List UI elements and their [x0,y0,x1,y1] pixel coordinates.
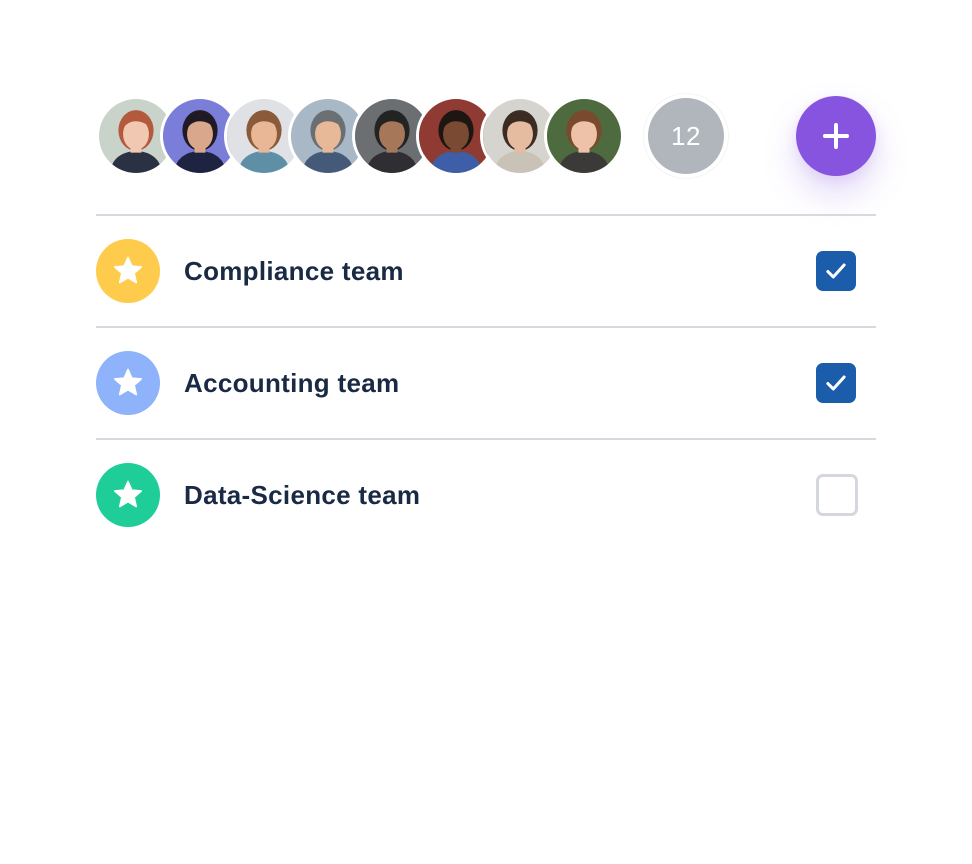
member-avatar-group: 12 [96,94,876,178]
team-checkbox-compliance[interactable] [816,251,856,291]
team-label-data-science: Data-Science team [184,479,421,510]
team-list: Compliance team Accounting team Data-Sci… [96,214,876,550]
checkmark-icon [826,375,846,391]
add-member-button[interactable] [796,96,876,176]
team-row-accounting[interactable]: Accounting team [96,326,876,438]
team-label-accounting: Accounting team [184,367,400,398]
star-icon [113,480,143,508]
team-label-compliance: Compliance team [184,255,404,286]
star-icon [113,368,143,396]
more-members-count: 12 [648,98,724,174]
team-checkbox-data-science[interactable] [816,474,858,516]
team-row-compliance[interactable]: Compliance team [96,214,876,326]
star-icon [113,256,143,284]
plus-icon [823,123,849,149]
team-checkbox-accounting[interactable] [816,363,856,403]
more-members-badge[interactable]: 12 [644,94,728,178]
avatar-photo [547,99,621,173]
team-icon-accounting [96,351,160,415]
team-icon-data-science [96,463,160,527]
checkmark-icon [826,263,846,279]
team-icon-compliance [96,239,160,303]
avatar-8[interactable] [544,96,624,176]
team-row-data-science[interactable]: Data-Science team [96,438,876,550]
